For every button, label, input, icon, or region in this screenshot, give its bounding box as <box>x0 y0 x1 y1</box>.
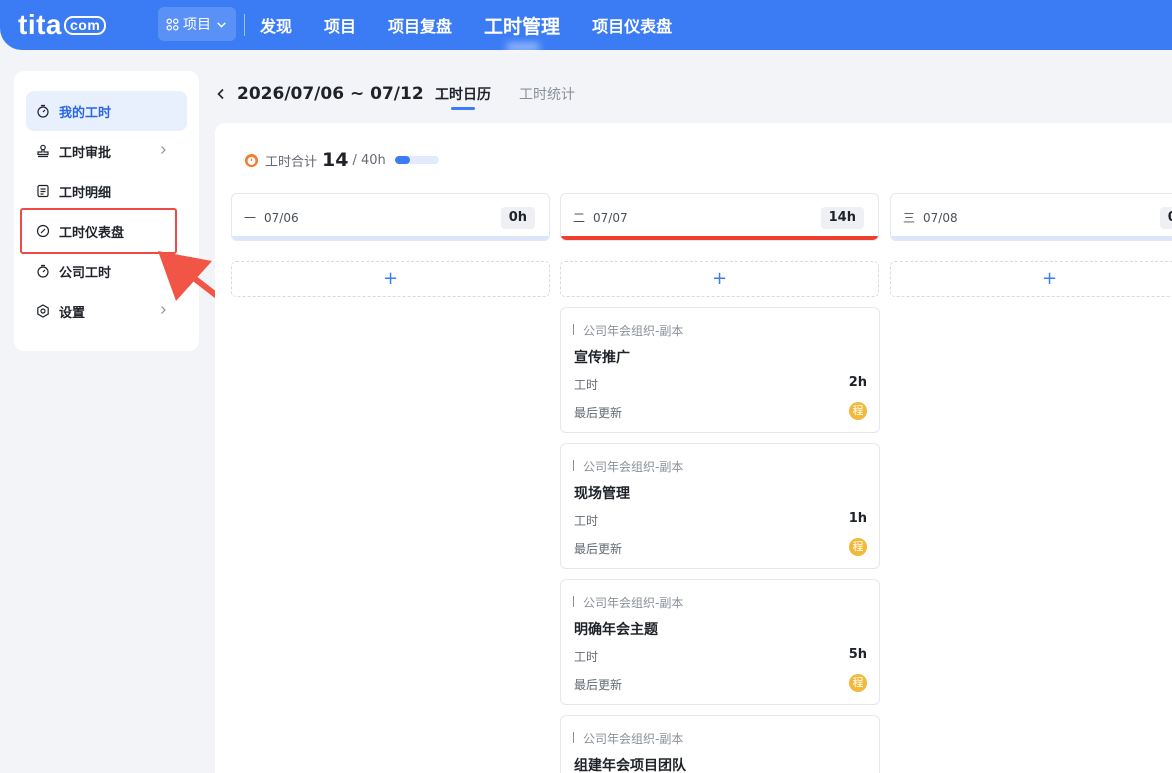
day-date: 07/06 <box>264 211 299 225</box>
day-header-wed[interactable]: 三 07/08 0h <box>890 193 1172 241</box>
logo-suffix: com <box>64 16 107 35</box>
grid-icon <box>166 18 179 30</box>
entry-hours-value: 1h <box>848 511 867 526</box>
nav-discover[interactable]: 发现 <box>260 13 292 37</box>
entry-updated-label: 最后更新 <box>574 678 623 692</box>
nav-divider <box>244 14 245 36</box>
tab-timesheet-statistics[interactable]: 工时统计 <box>519 84 575 104</box>
day-header-mon[interactable]: 一 07/06 0h <box>231 193 550 241</box>
date-range-bar: 2026/07/06 ~ 07/12 <box>214 80 448 108</box>
sidebar-item-label: 工时明细 <box>59 185 112 201</box>
nav-projects[interactable]: 项目 <box>324 13 356 37</box>
time-entry-card[interactable]: 公司年会组织-副本 明确年会主题 工时 5h 最后更新 程 <box>560 579 880 705</box>
day-header-tue[interactable]: 二 07/07 14h <box>560 193 879 241</box>
entry-hours-label: 工时 <box>574 514 599 528</box>
logo-text: tita <box>18 9 62 40</box>
nav-project-review[interactable]: 项目复盘 <box>388 13 452 37</box>
sidebar-item-approval[interactable]: 工时审批 <box>26 131 187 171</box>
day-date: 07/07 <box>593 211 628 225</box>
time-entry-card[interactable]: 公司年会组织-副本 宣传推广 工时 2h 最后更新 程 <box>560 307 880 433</box>
sidebar-item-label: 我的工时 <box>59 105 112 121</box>
tab-timesheet-calendar[interactable]: 工时日历 <box>435 84 491 104</box>
entry-task: 明确年会主题 <box>574 622 658 638</box>
entry-task: 现场管理 <box>574 486 630 502</box>
day-label: 三 07/08 <box>903 209 958 226</box>
timer-badge-icon <box>244 153 259 167</box>
sidebar-item-my-hours[interactable]: 我的工时 <box>26 91 187 131</box>
entry-hours-value: 5h <box>848 647 867 662</box>
total-progress-bar <box>394 156 439 164</box>
chevron-right-icon <box>161 146 166 154</box>
total-hours-summary: 工时合计 14 / 40h <box>244 149 439 171</box>
sidebar-item-label: 设置 <box>59 305 86 321</box>
day-hours-badge: 14h <box>820 207 864 229</box>
time-entry-card[interactable]: 公司年会组织-副本 组建年会项目团队 <box>560 715 880 773</box>
total-capacity: / 40h <box>352 152 386 168</box>
app-switcher-label: 项目 <box>183 17 211 33</box>
sidebar-item-details[interactable]: 工时明细 <box>26 171 187 211</box>
time-entry-card[interactable]: 公司年会组织-副本 现场管理 工时 1h 最后更新 程 <box>560 443 880 569</box>
day-hours-badge: 0h <box>500 207 535 229</box>
entry-hours-label: 工时 <box>574 650 599 664</box>
progress-fill <box>394 156 411 164</box>
add-entry-button-wed[interactable]: + <box>890 261 1172 297</box>
entry-task: 宣传推广 <box>574 350 630 366</box>
entry-project: 公司年会组织-副本 <box>573 730 683 747</box>
day-header-bar <box>561 236 878 240</box>
add-entry-button-tue[interactable]: + <box>560 261 879 297</box>
avatar[interactable]: 程 <box>849 674 867 692</box>
app-switcher-button[interactable]: 项目 <box>158 7 236 41</box>
entry-project: 公司年会组织-副本 <box>573 458 683 475</box>
date-range-label[interactable]: 2026/07/06 ~ 07/12 <box>237 84 424 104</box>
sidebar-item-label: 公司工时 <box>59 265 112 281</box>
entry-updated-label: 最后更新 <box>574 542 623 556</box>
stopwatch-icon <box>37 104 49 118</box>
weekday: 三 <box>903 211 916 225</box>
chevron-left-icon[interactable] <box>214 87 228 101</box>
entry-hours-label: 工时 <box>574 378 599 392</box>
entry-updated-label: 最后更新 <box>574 406 623 420</box>
day-label: 二 07/07 <box>573 209 628 226</box>
entry-hours-value: 2h <box>848 375 867 390</box>
weekday: 二 <box>573 211 586 225</box>
avatar[interactable]: 程 <box>849 402 867 420</box>
entry-project: 公司年会组织-副本 <box>573 594 683 611</box>
main-nav: 发现 项目 项目复盘 工时管理 项目仪表盘 <box>260 0 704 50</box>
nav-project-dashboard[interactable]: 项目仪表盘 <box>592 13 672 37</box>
brand-logo[interactable]: tita com <box>18 9 107 41</box>
total-label: 工时合计 <box>265 154 318 170</box>
add-entry-button-mon[interactable]: + <box>231 261 550 297</box>
weekday: 一 <box>244 211 257 225</box>
sidebar-item-label: 工时审批 <box>59 145 112 161</box>
top-navigation-bar: tita com 项目 发现 项目 项目复盘 工时管理 项目仪表盘 <box>0 0 1172 50</box>
day-hours-badge: 0h <box>1159 207 1172 229</box>
stopwatch-icon <box>37 264 49 278</box>
day-header-bar <box>891 236 1172 240</box>
stamp-icon <box>37 144 49 158</box>
gear-icon <box>37 304 49 318</box>
day-label: 一 07/06 <box>244 209 299 226</box>
entry-task: 组建年会项目团队 <box>574 758 686 773</box>
nav-timesheet-management[interactable]: 工时管理 <box>484 12 560 39</box>
document-list-icon <box>37 184 49 198</box>
day-header-bar <box>232 236 549 240</box>
total-value: 14 <box>322 149 349 171</box>
entry-project: 公司年会组织-副本 <box>573 322 683 339</box>
chevron-down-icon <box>217 21 226 28</box>
active-tab-indicator <box>451 107 475 110</box>
day-date: 07/08 <box>923 211 958 225</box>
avatar[interactable]: 程 <box>849 538 867 556</box>
